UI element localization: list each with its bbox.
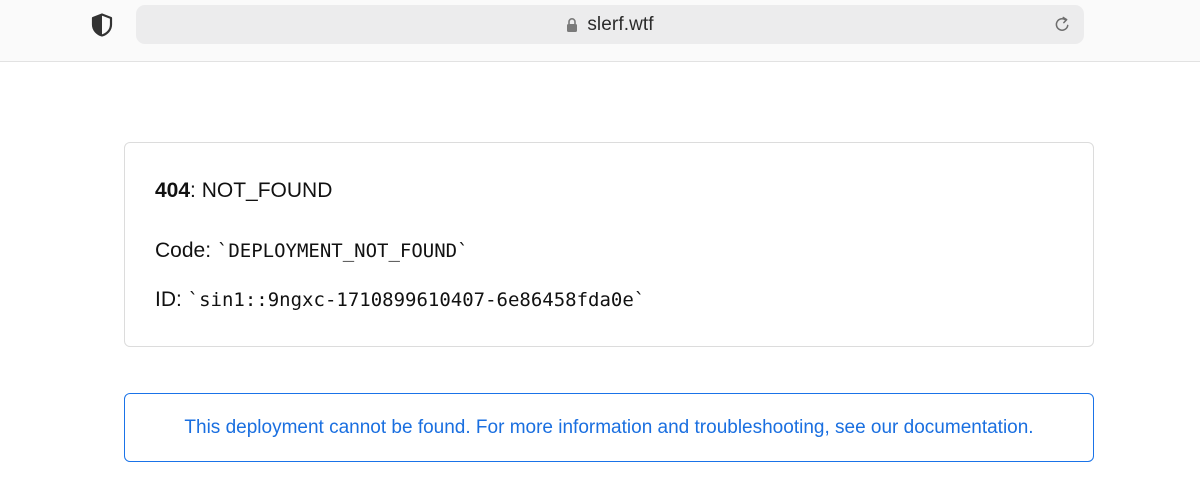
- error-id-line: ID: `sin1::9ngxc-1710899610407-6e86458fd…: [155, 288, 645, 312]
- browser-toolbar: slerf.wtf: [0, 0, 1200, 62]
- error-details-box: 404: NOT_FOUND Code: `DEPLOYMENT_NOT_FOU…: [124, 142, 1094, 347]
- status-code: 404: [155, 179, 191, 202]
- status-separator: :: [190, 179, 202, 202]
- reload-icon[interactable]: [1053, 15, 1072, 34]
- error-status-line: 404: NOT_FOUND: [155, 179, 332, 203]
- url-text[interactable]: slerf.wtf: [587, 14, 653, 36]
- address-bar[interactable]: slerf.wtf: [136, 5, 1084, 44]
- lock-icon: [567, 17, 578, 32]
- id-value: `sin1::9ngxc-1710899610407-6e86458fda0e`: [187, 289, 646, 311]
- error-code-line: Code: `DEPLOYMENT_NOT_FOUND`: [155, 239, 469, 263]
- address-bar-content: slerf.wtf: [136, 5, 1084, 44]
- id-label: ID:: [155, 288, 188, 311]
- code-value: `DEPLOYMENT_NOT_FOUND`: [216, 240, 469, 262]
- code-label: Code:: [155, 239, 217, 262]
- documentation-notice[interactable]: This deployment cannot be found. For mor…: [124, 393, 1094, 462]
- shield-icon[interactable]: [91, 13, 113, 37]
- documentation-notice-text[interactable]: This deployment cannot be found. For mor…: [184, 417, 1033, 439]
- status-text: NOT_FOUND: [201, 179, 333, 202]
